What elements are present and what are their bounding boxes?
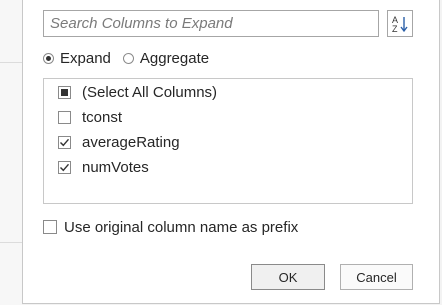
radio-button[interactable]	[122, 52, 134, 64]
list-item-label: tconst	[82, 108, 123, 126]
sort-a-z-icon: A Z	[392, 15, 408, 34]
list-item-label: (Select All Columns)	[82, 83, 218, 101]
sort-a-z-button[interactable]: A Z	[387, 10, 413, 37]
list-item-select-all[interactable]: (Select All Columns)	[58, 82, 217, 102]
radio-expand[interactable]: Expand	[43, 50, 111, 67]
list-item-label: numVotes	[82, 158, 149, 176]
ok-button[interactable]: OK	[251, 264, 325, 290]
search-columns-input[interactable]	[43, 10, 379, 37]
radio-selected-dot	[46, 55, 51, 61]
svg-text:Z: Z	[392, 24, 398, 34]
radio-button[interactable]	[43, 52, 54, 64]
expand-columns-dialog: A Z Expand Aggregate (Select All Columns…	[22, 0, 440, 304]
column-list: (Select All Columns) tconst averageRatin…	[43, 78, 413, 204]
checkbox-averagerating[interactable]	[58, 135, 71, 149]
list-item-averagerating[interactable]: averageRating	[58, 132, 180, 152]
checkbox-use-prefix[interactable]	[43, 220, 57, 234]
checkbox-select-all[interactable]	[58, 85, 71, 99]
list-item-tconst[interactable]: tconst	[58, 107, 122, 127]
mode-radio-group: Expand Aggregate	[43, 48, 209, 68]
list-item-label: averageRating	[82, 133, 180, 151]
background-panel-strip	[0, 0, 22, 305]
radio-aggregate[interactable]: Aggregate	[122, 49, 210, 67]
background-divider	[0, 242, 22, 243]
list-item-numvotes[interactable]: numVotes	[58, 157, 149, 177]
cancel-button[interactable]: Cancel	[340, 264, 413, 290]
use-prefix-label: Use original column name as prefix	[64, 218, 299, 236]
radio-aggregate-label: Aggregate	[139, 49, 210, 67]
checkbox-numvotes[interactable]	[58, 160, 71, 174]
checkmark-icon	[60, 163, 70, 171]
checkbox-tconst[interactable]	[58, 110, 71, 124]
checkmark-icon	[60, 138, 70, 146]
use-prefix-option[interactable]: Use original column name as prefix	[43, 217, 298, 237]
partial-check-indicator	[61, 88, 68, 96]
background-divider	[0, 62, 22, 63]
radio-expand-label: Expand	[60, 49, 111, 67]
